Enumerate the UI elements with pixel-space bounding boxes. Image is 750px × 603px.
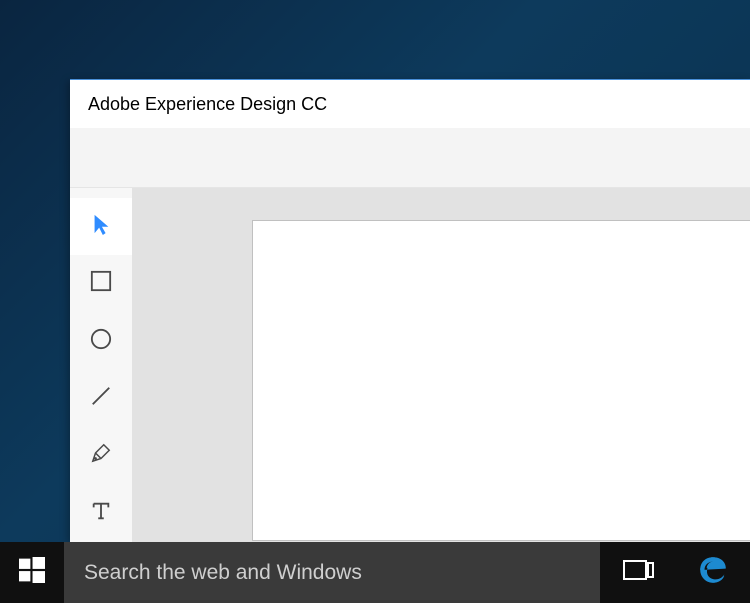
- task-view-icon: [621, 557, 655, 588]
- cursor-icon: [90, 213, 112, 240]
- edge-icon: [696, 553, 730, 592]
- app-title: Adobe Experience Design CC: [88, 94, 327, 115]
- rectangle-icon: [90, 270, 112, 297]
- search-placeholder: Search the web and Windows: [84, 561, 362, 585]
- taskbar-search-input[interactable]: Search the web and Windows: [64, 542, 600, 603]
- text-icon: [90, 500, 112, 527]
- tool-sidebar: [70, 188, 132, 542]
- task-view-button[interactable]: [600, 542, 675, 603]
- taskbar: Search the web and Windows: [0, 542, 750, 603]
- ellipse-tool[interactable]: [70, 313, 132, 370]
- select-tool[interactable]: [70, 198, 132, 255]
- windows-logo-icon: [19, 557, 45, 588]
- pen-icon: [90, 442, 112, 469]
- start-button[interactable]: [0, 542, 64, 603]
- titlebar[interactable]: Adobe Experience Design CC: [70, 80, 750, 128]
- line-icon: [90, 385, 112, 412]
- edge-browser-button[interactable]: [675, 542, 750, 603]
- artboard[interactable]: [252, 220, 750, 541]
- rectangle-tool[interactable]: [70, 255, 132, 312]
- app-body: [70, 188, 750, 542]
- pen-tool[interactable]: [70, 427, 132, 484]
- text-tool[interactable]: [70, 485, 132, 542]
- canvas-area[interactable]: [132, 188, 750, 542]
- app-window: Adobe Experience Design CC: [70, 79, 750, 542]
- menubar: [70, 128, 750, 188]
- ellipse-icon: [90, 328, 112, 355]
- line-tool[interactable]: [70, 370, 132, 427]
